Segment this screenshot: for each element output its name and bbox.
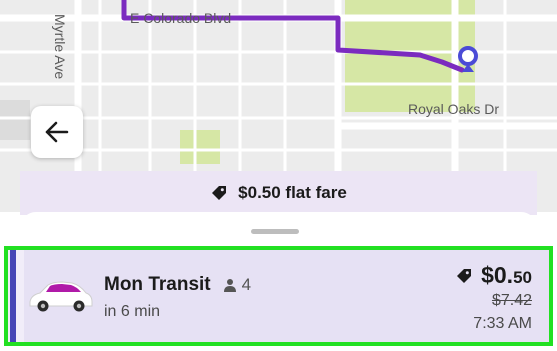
seat-count-value: 4: [241, 275, 252, 294]
person-icon: [223, 279, 236, 292]
price-value: $0.: [481, 262, 514, 288]
fare-tag-icon: [212, 186, 227, 200]
car-icon: [29, 281, 93, 312]
arrow-left-icon: [45, 121, 69, 143]
street-label-colorado: E Colorado Blvd: [130, 10, 232, 26]
fare-banner-text: $0.50 flat fare: [238, 183, 347, 202]
pickup-eta: in 6 min: [104, 303, 161, 320]
sheet-drag-handle[interactable]: [251, 229, 299, 234]
seat-count: 4: [223, 275, 251, 295]
ride-option-card[interactable]: Mon Transit 4 in 6 min $0. 50 $7.42 7:33 …: [4, 246, 553, 346]
provider-row: Mon Transit 4: [104, 274, 251, 296]
park-area-small: [180, 130, 220, 164]
fare-banner: $0.50 flat fare: [20, 171, 537, 215]
price-cents: 50: [513, 268, 532, 287]
street-label-royal-oaks: Royal Oaks Dr: [408, 101, 500, 117]
provider-name: Mon Transit: [104, 274, 211, 295]
back-button[interactable]: [31, 106, 83, 158]
price-row: $0. 50: [455, 262, 532, 289]
map-block: [0, 100, 30, 140]
original-price: $7.42: [491, 292, 532, 309]
selected-indicator: [10, 250, 16, 342]
discount-tag-icon: [457, 268, 472, 283]
street-label-myrtle: Myrtle Ave: [52, 14, 68, 80]
arrival-time: 7:33 AM: [473, 315, 532, 332]
